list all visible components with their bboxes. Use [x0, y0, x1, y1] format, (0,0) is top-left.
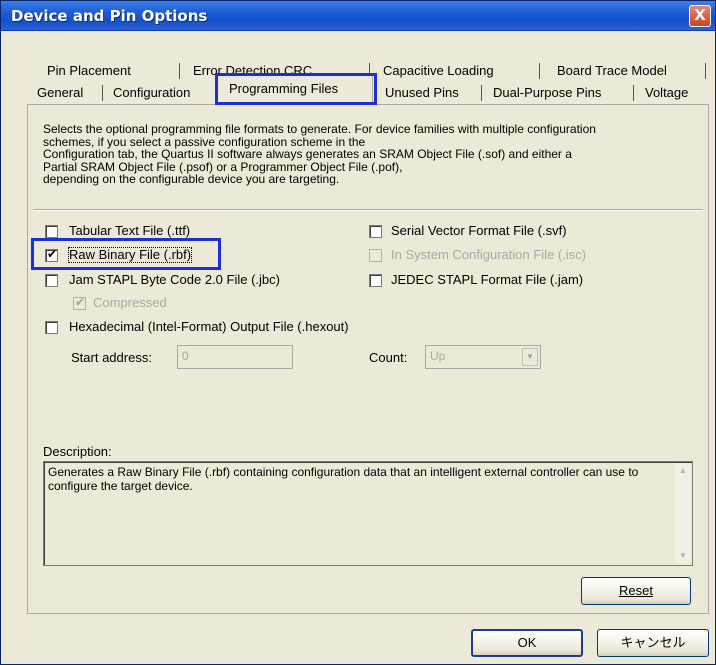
intro-line: Selects the optional programming file fo…: [43, 122, 596, 136]
chevron-down-icon[interactable]: ▼: [522, 348, 538, 366]
tab-highlight-box: [215, 73, 377, 105]
tab-capacitive-loading[interactable]: Capacitive Loading: [377, 61, 500, 83]
checkbox-compressed[interactable]: ✔: [73, 295, 86, 310]
reset-button-label: Reset: [619, 583, 653, 598]
rbf-highlight-box: [31, 238, 221, 270]
tab-general[interactable]: General: [31, 83, 89, 105]
intro-line: depending on the configurable device you…: [43, 172, 340, 187]
label-ttf[interactable]: Tabular Text File (.ttf): [69, 224, 190, 238]
intro-description: Selects the optional programming file fo…: [43, 123, 703, 186]
intro-line: Configuration tab, the Quartus II softwa…: [43, 147, 572, 162]
label-jam[interactable]: JEDEC STAPL Format File (.jam): [391, 273, 583, 287]
count-select[interactable]: Up ▼: [425, 345, 541, 369]
cancel-button[interactable]: キャンセル: [597, 629, 709, 657]
label-hexout[interactable]: Hexadecimal (Intel-Format) Output File (…: [69, 320, 349, 334]
checkbox-ttf[interactable]: [45, 225, 58, 238]
tab-configuration[interactable]: Configuration: [107, 83, 196, 105]
tab-pin-placement[interactable]: Pin Placement: [41, 61, 137, 83]
title-bar: Device and Pin Options X: [1, 1, 715, 31]
tab-unused-pins[interactable]: Unused Pins: [379, 83, 465, 105]
dialog-window: Device and Pin Options X Pin Placement E…: [0, 0, 716, 665]
tab-separator: [179, 63, 180, 79]
checkbox-isc[interactable]: [369, 249, 382, 262]
description-scrollbar[interactable]: ▲ ▼: [675, 463, 691, 564]
tab-separator: [102, 85, 103, 101]
tab-separator: [705, 63, 706, 79]
close-icon: X: [694, 6, 706, 24]
label-jbc[interactable]: Jam STAPL Byte Code 2.0 File (.jbc): [69, 273, 280, 287]
scroll-up-icon[interactable]: ▲: [675, 463, 691, 479]
checkmark-icon: ✔: [75, 295, 86, 309]
count-value: Up: [430, 349, 446, 363]
start-address-label: Start address:: [71, 350, 152, 365]
ok-button[interactable]: OK: [471, 629, 583, 657]
description-textarea[interactable]: Generates a Raw Binary File (.rbf) conta…: [43, 461, 693, 566]
checkbox-jbc[interactable]: [45, 274, 58, 287]
description-text: Generates a Raw Binary File (.rbf) conta…: [48, 465, 639, 493]
label-compressed[interactable]: Compressed: [93, 296, 167, 310]
section-divider: [33, 209, 703, 211]
dialog-title: Device and Pin Options: [11, 7, 208, 25]
tab-voltage[interactable]: Voltage: [639, 83, 694, 105]
tab-dual-purpose-pins[interactable]: Dual-Purpose Pins: [487, 83, 607, 105]
tab-separator: [633, 85, 634, 101]
checkbox-svf[interactable]: [369, 225, 382, 238]
description-label: Description:: [43, 444, 112, 459]
checkbox-hexout[interactable]: [45, 321, 58, 334]
count-label: Count:: [369, 350, 408, 365]
start-address-input[interactable]: 0: [177, 345, 293, 369]
label-isc[interactable]: In System Configuration File (.isc): [391, 248, 586, 262]
checkbox-jam[interactable]: [369, 274, 382, 287]
label-svf[interactable]: Serial Vector Format File (.svf): [391, 224, 567, 238]
tab-board-trace-model[interactable]: Board Trace Model: [551, 61, 673, 83]
tab-separator: [539, 63, 540, 79]
tab-separator: [481, 85, 482, 101]
close-button[interactable]: X: [689, 5, 711, 27]
reset-button[interactable]: Reset: [581, 577, 691, 605]
scroll-down-icon[interactable]: ▼: [675, 548, 691, 564]
